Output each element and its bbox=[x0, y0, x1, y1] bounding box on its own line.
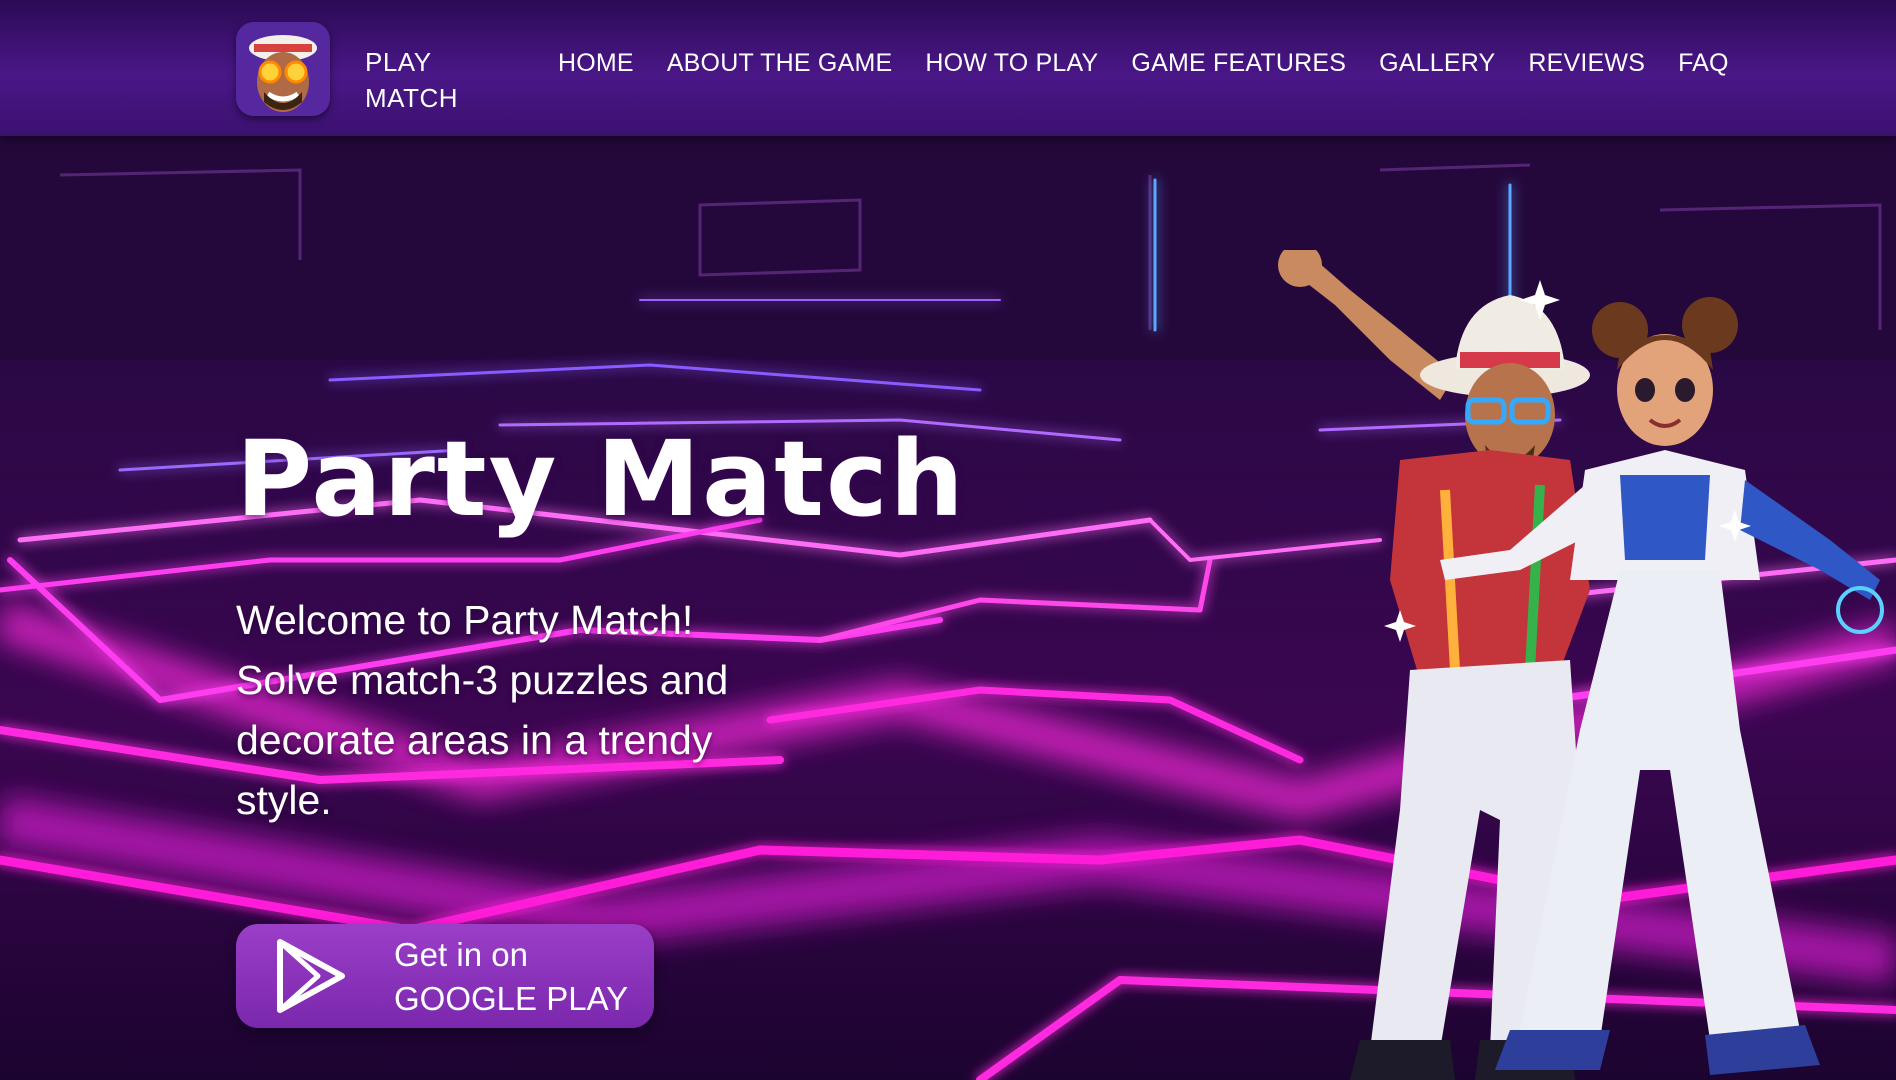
brand-name[interactable]: PLAY MATCH bbox=[365, 44, 458, 116]
app-logo-icon[interactable] bbox=[236, 22, 330, 116]
nav-how-to-play[interactable]: HOW TO PLAY bbox=[925, 49, 1098, 78]
top-header: PLAY MATCH HOME ABOUT THE GAME HOW TO PL… bbox=[0, 0, 1896, 136]
hero-description: Welcome to Party Match! Solve match-3 pu… bbox=[236, 597, 729, 823]
brand-line-2: MATCH bbox=[365, 83, 459, 113]
google-play-button[interactable]: Get in on GOOGLE PLAY bbox=[236, 924, 654, 1028]
google-play-button-line2: GOOGLE PLAY bbox=[394, 980, 629, 1017]
dancing-characters-illustration bbox=[1278, 250, 1884, 1080]
google-play-button-line1: Get in on bbox=[394, 936, 528, 973]
nav-reviews[interactable]: REVIEWS bbox=[1528, 49, 1645, 78]
nav-game-features[interactable]: GAME FEATURES bbox=[1131, 49, 1346, 78]
brand-line-1: PLAY bbox=[365, 47, 432, 77]
hero-title: Party Match bbox=[236, 418, 966, 540]
nav-about-the-game[interactable]: ABOUT THE GAME bbox=[667, 49, 893, 78]
character-avatar-icon bbox=[236, 22, 330, 116]
nav-faq[interactable]: FAQ bbox=[1678, 49, 1729, 78]
nav-home[interactable]: HOME bbox=[558, 49, 634, 78]
landing-page: PLAY MATCH HOME ABOUT THE GAME HOW TO PL… bbox=[0, 0, 1896, 1080]
nav-gallery[interactable]: GALLERY bbox=[1379, 49, 1495, 78]
main-nav: HOME ABOUT THE GAME HOW TO PLAY GAME FEA… bbox=[558, 49, 1729, 78]
google-play-icon bbox=[277, 939, 345, 1013]
